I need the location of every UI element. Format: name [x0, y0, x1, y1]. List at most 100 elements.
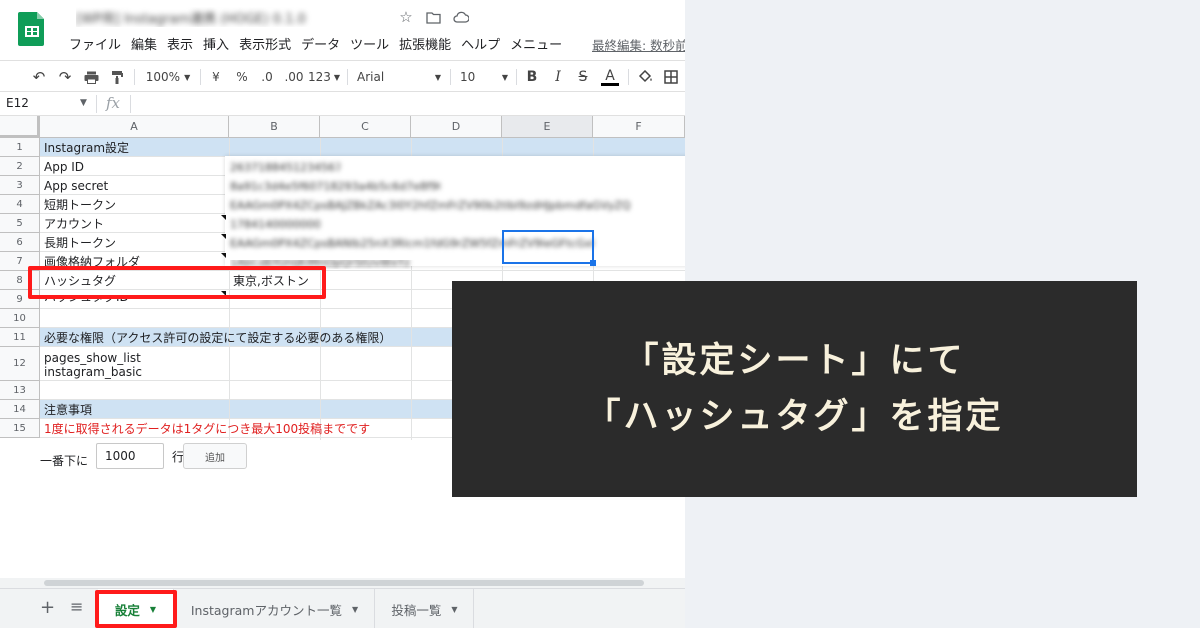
menu-help[interactable]: ヘルプ	[456, 36, 505, 56]
tab-instagram-accounts[interactable]: Instagramアカウント一覧 ▼	[175, 589, 375, 628]
star-icon[interactable]: ☆	[397, 8, 415, 26]
column-header-a[interactable]: A	[40, 116, 229, 138]
cell-b6-blurred[interactable]: EAAGm0PX4ZCpsBANlb25nX3Rlcm1fdG9rZW5fZmF…	[230, 237, 685, 250]
callout-banner: 「設定シート」にて 「ハッシュタグ」を指定	[452, 281, 1137, 497]
menu-format[interactable]: 表示形式	[234, 36, 296, 56]
cell-a14[interactable]: 注意事項	[44, 403, 92, 417]
add-sheet-icon[interactable]: +	[40, 597, 55, 618]
cell-b4-blurred[interactable]: EAAGm0PX4ZCpsBAJZBkZAc3l0Y2hfZmFrZV90b2t…	[230, 199, 685, 212]
menu-insert[interactable]: 挿入	[198, 36, 234, 56]
scrollbar-thumb[interactable]	[44, 580, 644, 586]
menu-file[interactable]: ファイル	[64, 36, 126, 56]
cell-b3-blurred[interactable]: 8a91c3d4e5f60718293a4b5c6d7e8f90	[230, 180, 440, 193]
toolbar-divider	[134, 69, 135, 85]
cell-a3[interactable]: App secret	[44, 179, 108, 193]
cell-a5[interactable]: アカウント	[44, 217, 104, 231]
row-header-3[interactable]: 3	[0, 176, 40, 195]
comment-marker[interactable]	[221, 215, 226, 220]
row-header-10[interactable]: 10	[0, 309, 40, 328]
row-header-12[interactable]: 12	[0, 347, 40, 381]
move-folder-icon[interactable]	[424, 8, 442, 26]
chevron-down-icon: ▼	[434, 72, 441, 82]
font-size-select[interactable]: 10 ▼	[460, 67, 508, 87]
strikethrough-button[interactable]: S	[575, 67, 591, 87]
zoom-select[interactable]: 100% ▼	[143, 67, 193, 87]
column-header-f[interactable]: F	[593, 116, 685, 138]
menu-tools[interactable]: ツール	[345, 36, 394, 56]
cell-a2[interactable]: App ID	[44, 160, 84, 174]
column-header-c[interactable]: C	[320, 116, 411, 138]
column-header-d[interactable]: D	[411, 116, 502, 138]
undo-icon[interactable]: ↶	[30, 67, 48, 87]
cell-a15[interactable]: 1度に取得されるデータは1タグにつき最大100投稿までです	[44, 422, 370, 436]
cell-a6[interactable]: 長期トークン	[44, 236, 116, 250]
cell-b5-blurred[interactable]: 17841400000000	[230, 218, 320, 231]
cell-a12-line2[interactable]: instagram_basic	[44, 365, 142, 379]
selected-cell-e12[interactable]	[502, 230, 594, 264]
cell-b2-blurred[interactable]: 2637188451234567	[230, 161, 340, 174]
cell-a4[interactable]: 短期トークン	[44, 198, 116, 212]
add-rows-count-input[interactable]: 1000	[96, 443, 164, 469]
sheets-logo-icon[interactable]	[18, 10, 46, 46]
chevron-down-icon: ▼	[351, 604, 359, 614]
tab-posts[interactable]: 投稿一覧 ▼	[376, 589, 474, 628]
document-title[interactable]: [WP用] Instagram連携 (HOGE) 0.1.0	[76, 7, 366, 27]
menu-extensions[interactable]: 拡張機能	[394, 36, 456, 56]
chevron-down-icon: ▼	[333, 72, 341, 82]
row-header-1[interactable]: 1	[0, 138, 40, 157]
cell-a1[interactable]: Instagram設定	[44, 141, 129, 155]
cloud-status-icon[interactable]	[452, 8, 470, 26]
bold-button[interactable]: B	[524, 67, 540, 87]
select-all-corner[interactable]	[0, 116, 40, 138]
row-header-14[interactable]: 14	[0, 400, 40, 419]
redo-icon[interactable]: ↷	[56, 67, 74, 87]
row-header-11[interactable]: 11	[0, 328, 40, 347]
percent-format-button[interactable]: %	[234, 67, 250, 87]
toolbar-divider	[628, 69, 629, 85]
chevron-down-icon[interactable]: ▼	[80, 98, 87, 108]
decrease-decimal-button[interactable]: .0	[256, 67, 278, 87]
formula-divider	[96, 95, 97, 113]
borders-icon[interactable]	[662, 67, 680, 87]
increase-decimal-button[interactable]: .00	[282, 67, 306, 87]
toolbar-divider	[347, 69, 348, 85]
menu-custom[interactable]: メニュー	[505, 36, 567, 56]
row-header-6[interactable]: 6	[0, 233, 40, 252]
fill-handle[interactable]	[590, 260, 596, 266]
row-header-5[interactable]: 5	[0, 214, 40, 233]
font-family-select[interactable]: Arial ▼	[357, 67, 441, 87]
add-rows-button[interactable]: 追加	[183, 443, 247, 469]
print-icon[interactable]	[82, 67, 100, 87]
row-header-15[interactable]: 15	[0, 419, 40, 438]
row-header-4[interactable]: 4	[0, 195, 40, 214]
number-format-select[interactable]: 123 ▼	[308, 67, 341, 87]
column-header-b[interactable]: B	[229, 116, 320, 138]
cell-a12-line1[interactable]: pages_show_list	[44, 351, 141, 365]
fill-color-icon[interactable]	[636, 67, 654, 87]
menu-edit[interactable]: 編集	[126, 36, 162, 56]
text-color-button[interactable]: A	[600, 67, 620, 87]
column-header-e[interactable]: E	[502, 116, 593, 138]
table-row[interactable]	[40, 138, 685, 157]
italic-button[interactable]: I	[550, 67, 566, 87]
menu-view[interactable]: 表示	[162, 36, 198, 56]
comment-marker[interactable]	[221, 253, 226, 258]
row-header-2[interactable]: 2	[0, 157, 40, 176]
add-rows-label: 一番下に	[40, 454, 89, 468]
formula-divider	[130, 95, 131, 113]
formula-input[interactable]	[140, 94, 680, 114]
last-edit-link[interactable]: 最終編集: 数秒前	[592, 36, 685, 56]
toolbar-divider	[516, 69, 517, 85]
tab-label: Instagramアカウント一覧	[190, 602, 342, 618]
comment-marker[interactable]	[221, 234, 226, 239]
currency-format-button[interactable]: ¥	[208, 67, 224, 87]
name-box[interactable]: E12	[6, 96, 29, 110]
paint-format-icon[interactable]	[108, 67, 126, 87]
cell-a11[interactable]: 必要な権限（アクセス許可の設定にて設定する必要のある権限）	[44, 331, 391, 345]
row-header-13[interactable]: 13	[0, 381, 40, 400]
document-title-text: [WP用] Instagram連携 (HOGE) 0.1.0	[76, 11, 306, 27]
all-sheets-list-icon[interactable]: ≡	[70, 597, 83, 616]
sheet-tab-bar: + ≡ 設定 ▼ Instagramアカウント一覧 ▼ 投稿一覧 ▼	[0, 588, 685, 628]
chevron-down-icon: ▼	[501, 72, 508, 82]
menu-data[interactable]: データ	[296, 36, 345, 56]
